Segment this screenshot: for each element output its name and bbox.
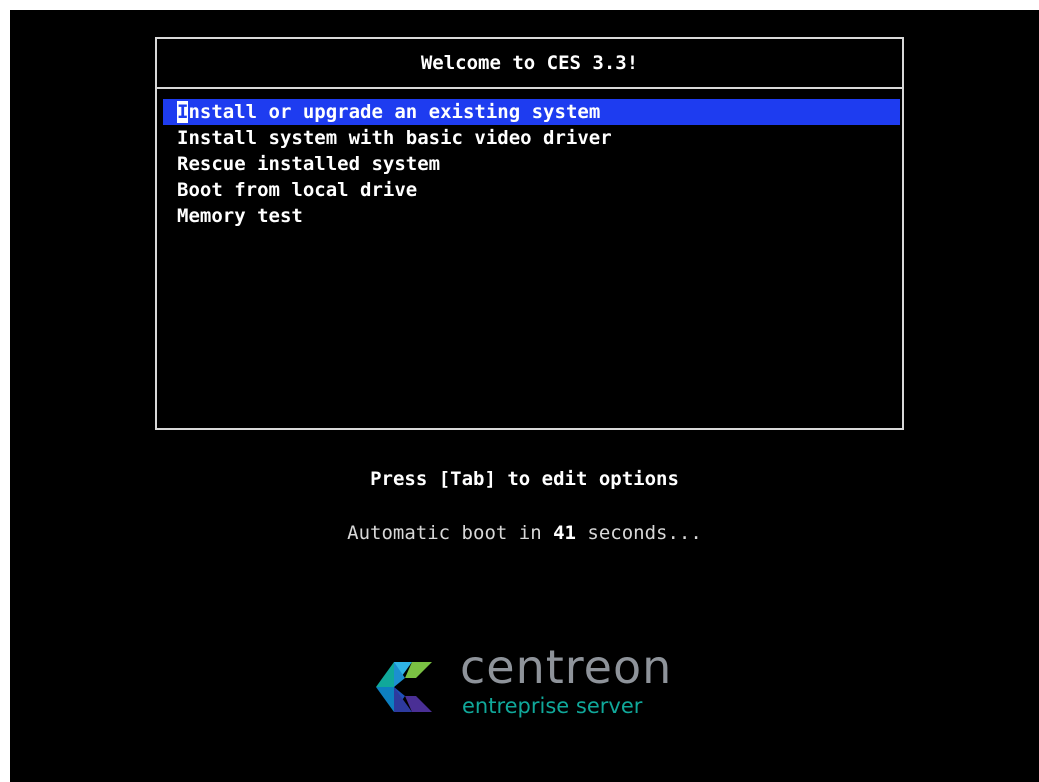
menu-item-label: Rescue installed system [177,153,441,175]
boot-menu: Welcome to CES 3.3! Install or upgrade a… [155,37,904,430]
auto-boot-countdown: Automatic boot in 41 seconds... [10,522,1039,544]
centreon-logo-icon [376,662,432,712]
menu-item-label: Boot from local drive [177,179,418,201]
menu-item-boot-local[interactable]: Boot from local drive [163,177,900,203]
menu-item-label: Install system with basic video driver [177,127,612,149]
menu-item-install-upgrade[interactable]: Install or upgrade an existing system [163,99,900,125]
countdown-suffix: seconds... [575,522,702,544]
countdown-seconds: 41 [553,522,576,544]
menu-item-rescue[interactable]: Rescue installed system [163,151,900,177]
tab-hint: Press [Tab] to edit options [370,468,679,490]
menu-title: Welcome to CES 3.3! [420,52,639,74]
menu-title-bar: Welcome to CES 3.3! [157,39,902,89]
menu-item-label: Memory test [177,205,303,227]
logo-tagline: entreprise server [462,694,643,718]
logo-wordmark: centreon [460,640,673,694]
centreon-logo: centreon entreprise server [372,640,702,722]
boot-screen: Welcome to CES 3.3! Install or upgrade a… [10,10,1039,782]
countdown-prefix: Automatic boot in [347,522,554,544]
menu-item-label: nstall or upgrade an existing system [188,101,601,123]
menu-item-install-basic-video[interactable]: Install system with basic video driver [163,125,900,151]
text-cursor: I [177,101,189,123]
menu-item-memory-test[interactable]: Memory test [163,203,900,229]
boot-menu-list: Install or upgrade an existing system In… [163,99,900,229]
